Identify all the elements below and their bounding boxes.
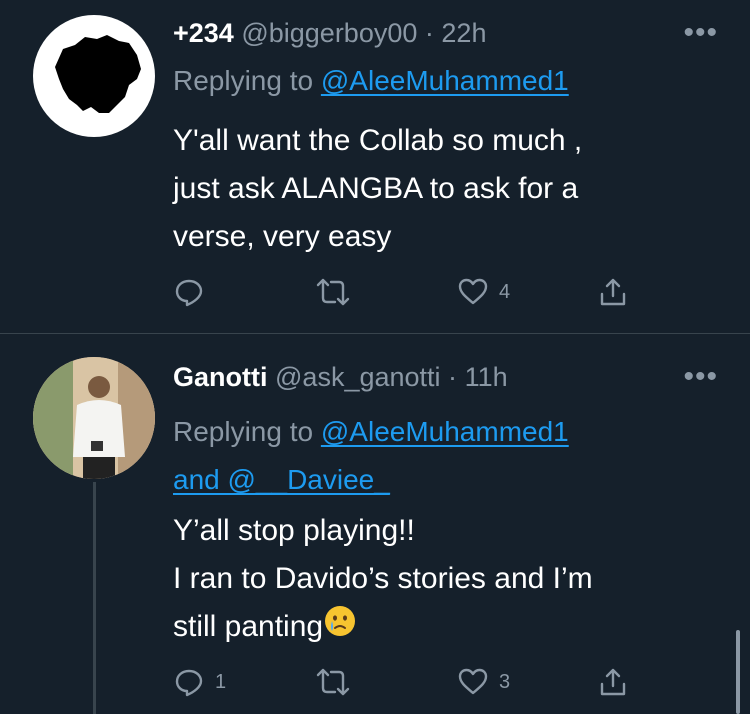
like-count: 3 xyxy=(499,670,511,693)
share-button[interactable] xyxy=(597,662,629,702)
tweet-header: Ganotti @ask_ganotti · 11h xyxy=(173,362,508,393)
timestamp[interactable]: 22h xyxy=(441,18,486,48)
replying-to: Replying to @AleeMuhammed1 and @__Daviee… xyxy=(173,408,569,504)
tweet-header: +234 @biggerboy00 · 22h xyxy=(173,18,486,49)
crying-face-emoji-icon xyxy=(325,605,356,636)
share-icon xyxy=(600,668,626,696)
separator-dot: · xyxy=(424,18,434,48)
mention-link[interactable]: @__Daviee_ xyxy=(228,464,390,495)
nigeria-map-avatar-image xyxy=(55,35,141,113)
tweet-text-line: Y’all stop playing!! xyxy=(173,514,415,547)
reply-icon xyxy=(175,669,203,697)
retweet-icon xyxy=(316,668,350,696)
reply-icon xyxy=(175,279,203,307)
replying-to: Replying to @AleeMuhammed1 xyxy=(173,65,569,97)
more-icon[interactable]: ••• xyxy=(683,360,718,394)
replying-prefix: Replying to xyxy=(173,65,321,96)
separator-dot: · xyxy=(448,362,458,392)
reply-count: 1 xyxy=(215,670,227,693)
tweet-actions: 4 xyxy=(173,272,653,312)
display-name[interactable]: +234 xyxy=(173,18,234,48)
replying-and[interactable]: and xyxy=(173,464,228,495)
share-button[interactable] xyxy=(597,272,629,312)
retweet-icon xyxy=(316,278,350,306)
thread-line xyxy=(93,482,96,714)
mention-link[interactable]: @AleeMuhammed1 xyxy=(321,65,569,96)
replying-prefix: Replying to xyxy=(173,416,321,447)
like-button[interactable]: 4 xyxy=(457,272,510,312)
reply-button[interactable]: 1 xyxy=(173,662,226,702)
tweet-text-line: verse, very easy xyxy=(173,220,392,253)
display-name[interactable]: Ganotti xyxy=(173,362,268,392)
tweet-text-line: Y'all want the Collab so much , xyxy=(173,124,583,157)
crying-face-emoji xyxy=(323,604,357,653)
avatar-biggerboy00[interactable] xyxy=(33,15,155,137)
tweet-actions: 1 3 xyxy=(173,662,653,702)
user-handle[interactable]: @biggerboy00 xyxy=(241,18,417,48)
tweet-1[interactable]: +234 @biggerboy00 · 22h ••• Replying to … xyxy=(0,0,750,333)
retweet-button[interactable] xyxy=(315,272,361,312)
tweet-text-line: I ran to Davido’s stories and I’m xyxy=(173,562,593,595)
retweet-button[interactable] xyxy=(315,662,361,702)
share-icon xyxy=(600,278,626,306)
more-icon[interactable]: ••• xyxy=(683,16,718,50)
like-button[interactable]: 3 xyxy=(457,662,510,702)
like-icon xyxy=(458,278,488,305)
avatar-ask-ganotti[interactable] xyxy=(33,357,155,479)
like-icon xyxy=(458,668,488,695)
user-handle[interactable]: @ask_ganotti xyxy=(275,362,441,392)
profile-photo-image xyxy=(33,357,155,479)
tweet-text: Y'all want the Collab so much , just ask… xyxy=(173,117,582,261)
scrollbar[interactable] xyxy=(736,630,740,714)
reply-button[interactable] xyxy=(173,272,215,312)
tweet-text-line: still panting xyxy=(173,610,324,643)
tweet-text: Y’all stop playing!! I ran to Davido’s s… xyxy=(173,507,593,653)
timestamp[interactable]: 11h xyxy=(465,362,508,392)
like-count: 4 xyxy=(499,280,511,303)
tweet-2[interactable]: Ganotti @ask_ganotti · 11h ••• Replying … xyxy=(0,334,750,714)
tweet-text-line: just ask ALANGBA to ask for a xyxy=(173,172,579,205)
mention-link[interactable]: @AleeMuhammed1 xyxy=(321,416,569,447)
